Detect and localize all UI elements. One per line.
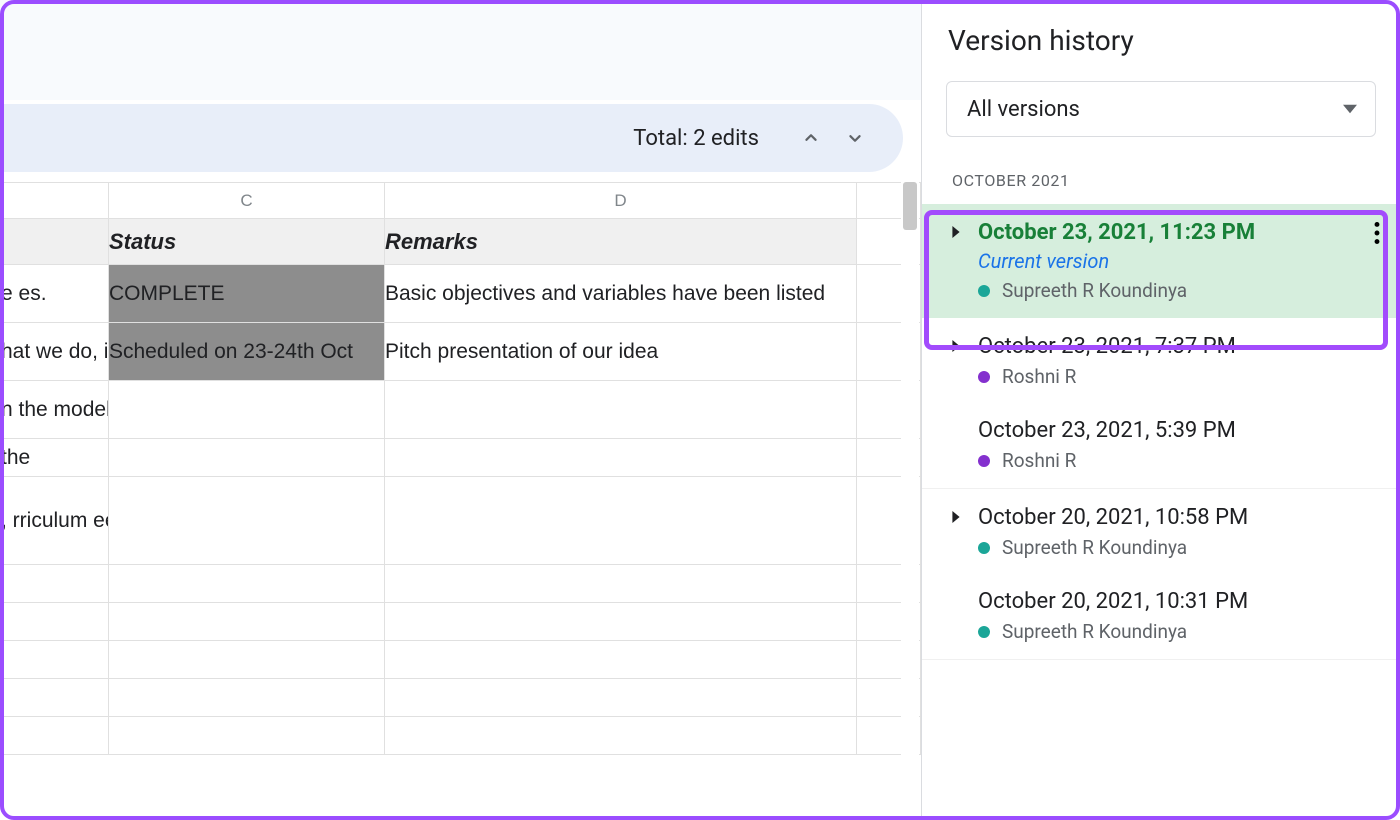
version-item[interactable]: October 23, 2021, 5:39 PM Roshni R <box>922 402 1400 489</box>
spreadsheet-grid[interactable]: C D Status Remarks e es. COMPLETE Basic … <box>0 182 921 820</box>
filter-label: All versions <box>967 97 1080 122</box>
expand-toggle[interactable] <box>950 511 962 523</box>
cell-b[interactable]: hat we do, it <box>1 323 109 381</box>
version-more-button[interactable] <box>1374 222 1380 244</box>
version-editor: Supreeth R Koundinya <box>978 620 1380 643</box>
cell-b[interactable]: , rriculum eeds to be <box>1 477 109 565</box>
editor-color-dot <box>978 542 990 554</box>
document-area: Total: 2 edits C D <box>0 0 922 820</box>
version-editor: Roshni R <box>978 365 1380 388</box>
version-timestamp: October 23, 2021, 5:39 PM <box>978 418 1380 443</box>
col-letter-c[interactable]: C <box>109 183 385 219</box>
version-timestamp: October 20, 2021, 10:31 PM <box>978 589 1380 614</box>
current-version-label: Current version <box>978 249 1380 273</box>
expand-toggle[interactable] <box>950 226 962 238</box>
cell-b[interactable]: the <box>1 439 109 477</box>
edits-summary-text: Total: 2 edits <box>633 126 759 151</box>
table-row: n the model potential <box>1 381 921 439</box>
header-cell-remarks[interactable]: Remarks <box>385 219 857 265</box>
cell-b[interactable]: n the model potential <box>1 381 109 439</box>
cell-b[interactable]: e es. <box>1 265 109 323</box>
col-letter-d[interactable]: D <box>385 183 857 219</box>
version-editor: Supreeth R Koundinya <box>978 536 1380 559</box>
editor-color-dot <box>978 371 990 383</box>
cell-remarks[interactable]: Pitch presentation of our idea <box>385 323 857 381</box>
chevron-down-icon <box>844 127 866 149</box>
version-editor: Supreeth R Koundinya <box>978 279 1380 302</box>
chevron-up-icon <box>800 127 822 149</box>
table-row: , rriculum eeds to be <box>1 477 921 565</box>
header-row: Status Remarks <box>1 219 921 265</box>
top-blank <box>0 0 921 100</box>
version-item[interactable]: October 23, 2021, 7:37 PM Roshni R <box>922 318 1400 402</box>
triangle-right-icon <box>950 511 962 523</box>
header-cell-b[interactable] <box>1 219 109 265</box>
version-timestamp: October 20, 2021, 10:58 PM <box>978 505 1380 530</box>
vertical-scrollbar[interactable] <box>901 182 919 802</box>
more-vert-icon <box>1374 222 1380 244</box>
table-row: the <box>1 439 921 477</box>
version-item-current[interactable]: October 23, 2021, 11:23 PM Current versi… <box>922 204 1400 318</box>
dropdown-triangle-icon <box>1343 102 1357 116</box>
version-timestamp: October 23, 2021, 7:37 PM <box>978 334 1380 359</box>
next-edit-button[interactable] <box>835 118 875 158</box>
column-letters: C D <box>1 183 921 219</box>
editor-color-dot <box>978 626 990 638</box>
triangle-right-icon <box>950 226 962 238</box>
triangle-right-icon <box>950 340 962 352</box>
version-list: October 23, 2021, 11:23 PM Current versi… <box>922 204 1400 660</box>
month-divider: OCTOBER 2021 <box>922 149 1400 204</box>
cell-status[interactable]: COMPLETE <box>109 265 385 323</box>
editor-color-dot <box>978 285 990 297</box>
table-row: e es. COMPLETE Basic objectives and vari… <box>1 265 921 323</box>
header-cell-status[interactable]: Status <box>109 219 385 265</box>
table-row: hat we do, it Scheduled on 23-24th Oct P… <box>1 323 921 381</box>
cell-remarks[interactable]: Basic objectives and variables have been… <box>385 265 857 323</box>
version-timestamp: October 23, 2021, 11:23 PM <box>978 220 1380 245</box>
expand-toggle[interactable] <box>950 340 962 352</box>
editor-color-dot <box>978 455 990 467</box>
version-item[interactable]: October 20, 2021, 10:58 PM Supreeth R Ko… <box>922 489 1400 573</box>
cell-status[interactable]: Scheduled on 23-24th Oct <box>109 323 385 381</box>
version-item[interactable]: October 20, 2021, 10:31 PM Supreeth R Ko… <box>922 573 1400 660</box>
version-history-panel: Version history All versions OCTOBER 202… <box>922 0 1400 820</box>
version-editor: Roshni R <box>978 449 1380 472</box>
panel-title: Version history <box>922 0 1400 81</box>
version-filter-dropdown[interactable]: All versions <box>946 81 1376 137</box>
scrollbar-thumb[interactable] <box>903 182 917 230</box>
prev-edit-button[interactable] <box>791 118 831 158</box>
edits-summary-bar: Total: 2 edits <box>0 104 903 172</box>
